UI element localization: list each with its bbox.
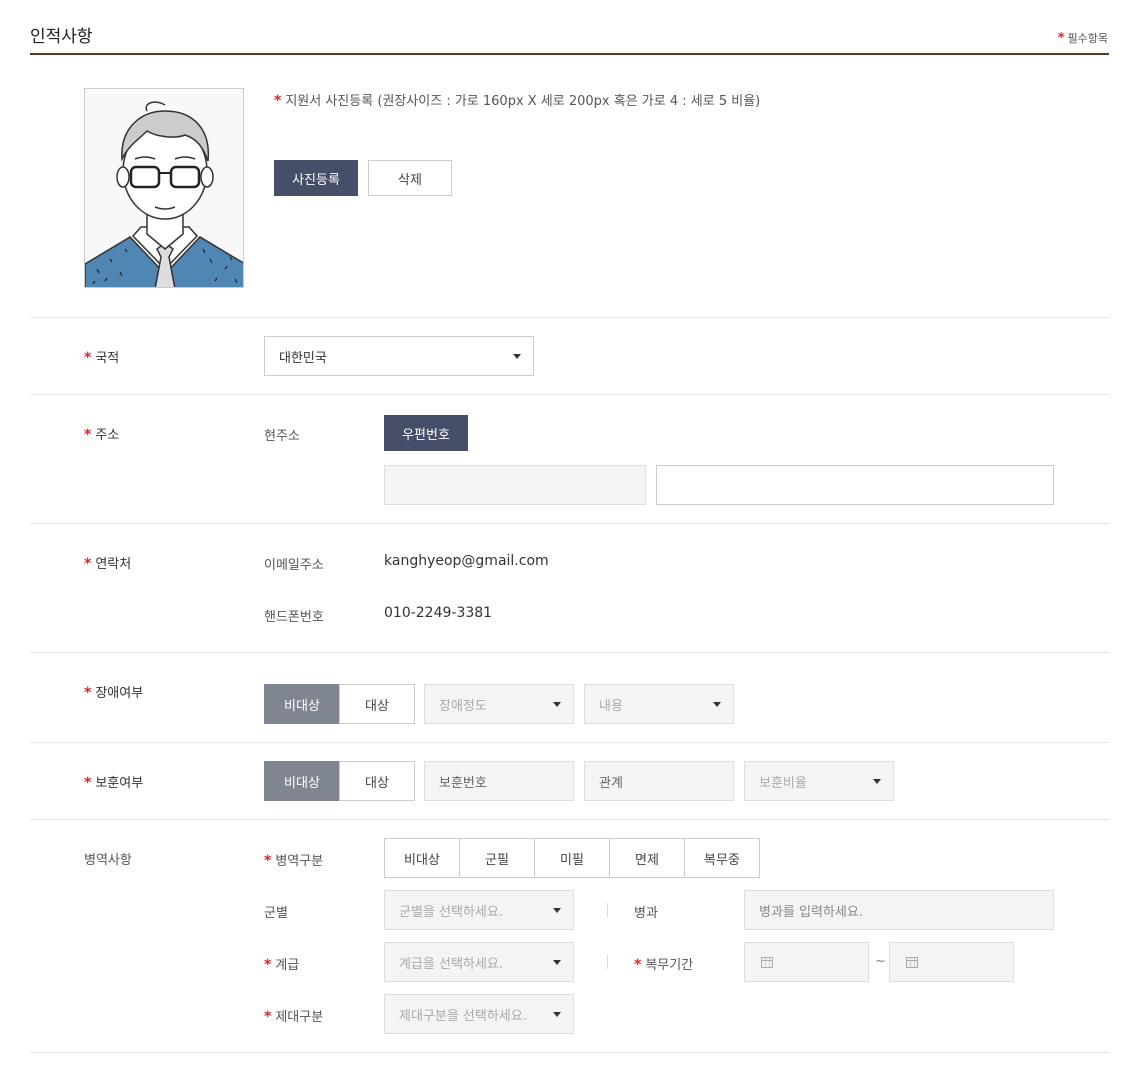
caret-down-icon	[553, 1012, 561, 1017]
section-title: 인적사항	[30, 27, 93, 47]
email-label: 이메일주소	[264, 558, 324, 573]
specialty-input[interactable]: 병과를 입력하세요.	[744, 890, 1054, 930]
caret-down-icon	[513, 354, 521, 359]
phone-label: 핸드폰번호	[264, 610, 324, 625]
branch-label: 군별	[264, 906, 288, 921]
zipcode-button[interactable]: 우편번호	[384, 415, 468, 451]
avatar-illustration-icon	[85, 89, 243, 287]
disability-option-none[interactable]: 비대상	[264, 684, 340, 724]
veteran-ratio-select[interactable]: 보훈비율	[744, 761, 894, 801]
address-label: * 주소	[84, 427, 120, 443]
disability-degree-select[interactable]: 장애정도	[424, 684, 574, 724]
veteran-option-target[interactable]: 대상	[339, 761, 415, 801]
military-type-option[interactable]: 비대상	[384, 838, 460, 878]
field-separator	[607, 903, 608, 917]
photo-register-button[interactable]: 사진등록	[274, 160, 358, 196]
calendar-icon[interactable]	[761, 957, 773, 968]
disability-option-target[interactable]: 대상	[339, 684, 415, 724]
caret-down-icon	[553, 702, 561, 707]
caret-down-icon	[553, 908, 561, 913]
email-value: kanghyeop@gmail.com	[384, 553, 549, 569]
required-star: *	[1057, 31, 1065, 46]
veteran-label: * 보훈여부	[84, 775, 144, 791]
row-divider	[30, 1052, 1109, 1053]
row-divider	[30, 523, 1109, 524]
row-divider	[30, 394, 1109, 395]
row-divider	[30, 819, 1109, 820]
veteran-relation-input[interactable]: 관계	[584, 761, 734, 801]
date-range-separator: ~	[875, 954, 886, 969]
caret-down-icon	[713, 702, 721, 707]
contact-label: * 연락처	[84, 556, 132, 572]
military-type-option[interactable]: 군필	[459, 838, 535, 878]
phone-value: 010-2249-3381	[384, 605, 493, 621]
military-type-toggle: 비대상 군필 미필 면제 복무중	[384, 838, 760, 878]
military-type-option[interactable]: 면제	[609, 838, 685, 878]
veteran-toggle: 비대상 대상	[264, 761, 415, 801]
service-end-date-input[interactable]	[889, 942, 1014, 982]
military-type-option[interactable]: 복무중	[684, 838, 760, 878]
branch-select[interactable]: 군별을 선택하세요.	[384, 890, 574, 930]
applicant-photo	[84, 88, 244, 288]
title-divider	[30, 53, 1109, 55]
current-address-label: 현주소	[264, 429, 300, 444]
military-type-label: * 병역구분	[264, 853, 324, 869]
rank-select[interactable]: 계급을 선택하세요.	[384, 942, 574, 982]
veteran-number-input[interactable]: 보훈번호	[424, 761, 574, 801]
calendar-icon[interactable]	[906, 957, 918, 968]
photo-delete-button[interactable]: 삭제	[368, 160, 452, 196]
service-start-date-input[interactable]	[744, 942, 869, 982]
address-detail-input[interactable]	[656, 465, 1054, 505]
discharge-label: * 제대구분	[264, 1009, 324, 1025]
field-separator	[607, 955, 608, 969]
veteran-option-none[interactable]: 비대상	[264, 761, 340, 801]
row-divider	[30, 652, 1109, 653]
specialty-label: 병과	[634, 906, 658, 921]
nationality-select[interactable]: 대한민국	[264, 336, 534, 376]
caret-down-icon	[553, 960, 561, 965]
disability-toggle: 비대상 대상	[264, 684, 415, 724]
required-note: * 필수항목	[1057, 31, 1108, 46]
row-divider	[30, 317, 1109, 318]
military-label: 병역사항	[84, 853, 132, 868]
address-input[interactable]	[384, 465, 646, 505]
service-period-label: * 복무기간	[634, 957, 694, 973]
nationality-label: * 국적	[84, 350, 120, 366]
rank-label: * 계급	[264, 957, 300, 973]
disability-content-select[interactable]: 내용	[584, 684, 734, 724]
photo-guide-text: * 지원서 사진등록 (권장사이즈 : 가로 160px X 세로 200px 혹…	[274, 93, 761, 109]
caret-down-icon	[873, 779, 881, 784]
disability-label: * 장애여부	[84, 685, 144, 701]
discharge-select[interactable]: 제대구분을 선택하세요.	[384, 994, 574, 1034]
row-divider	[30, 742, 1109, 743]
military-type-option[interactable]: 미필	[534, 838, 610, 878]
